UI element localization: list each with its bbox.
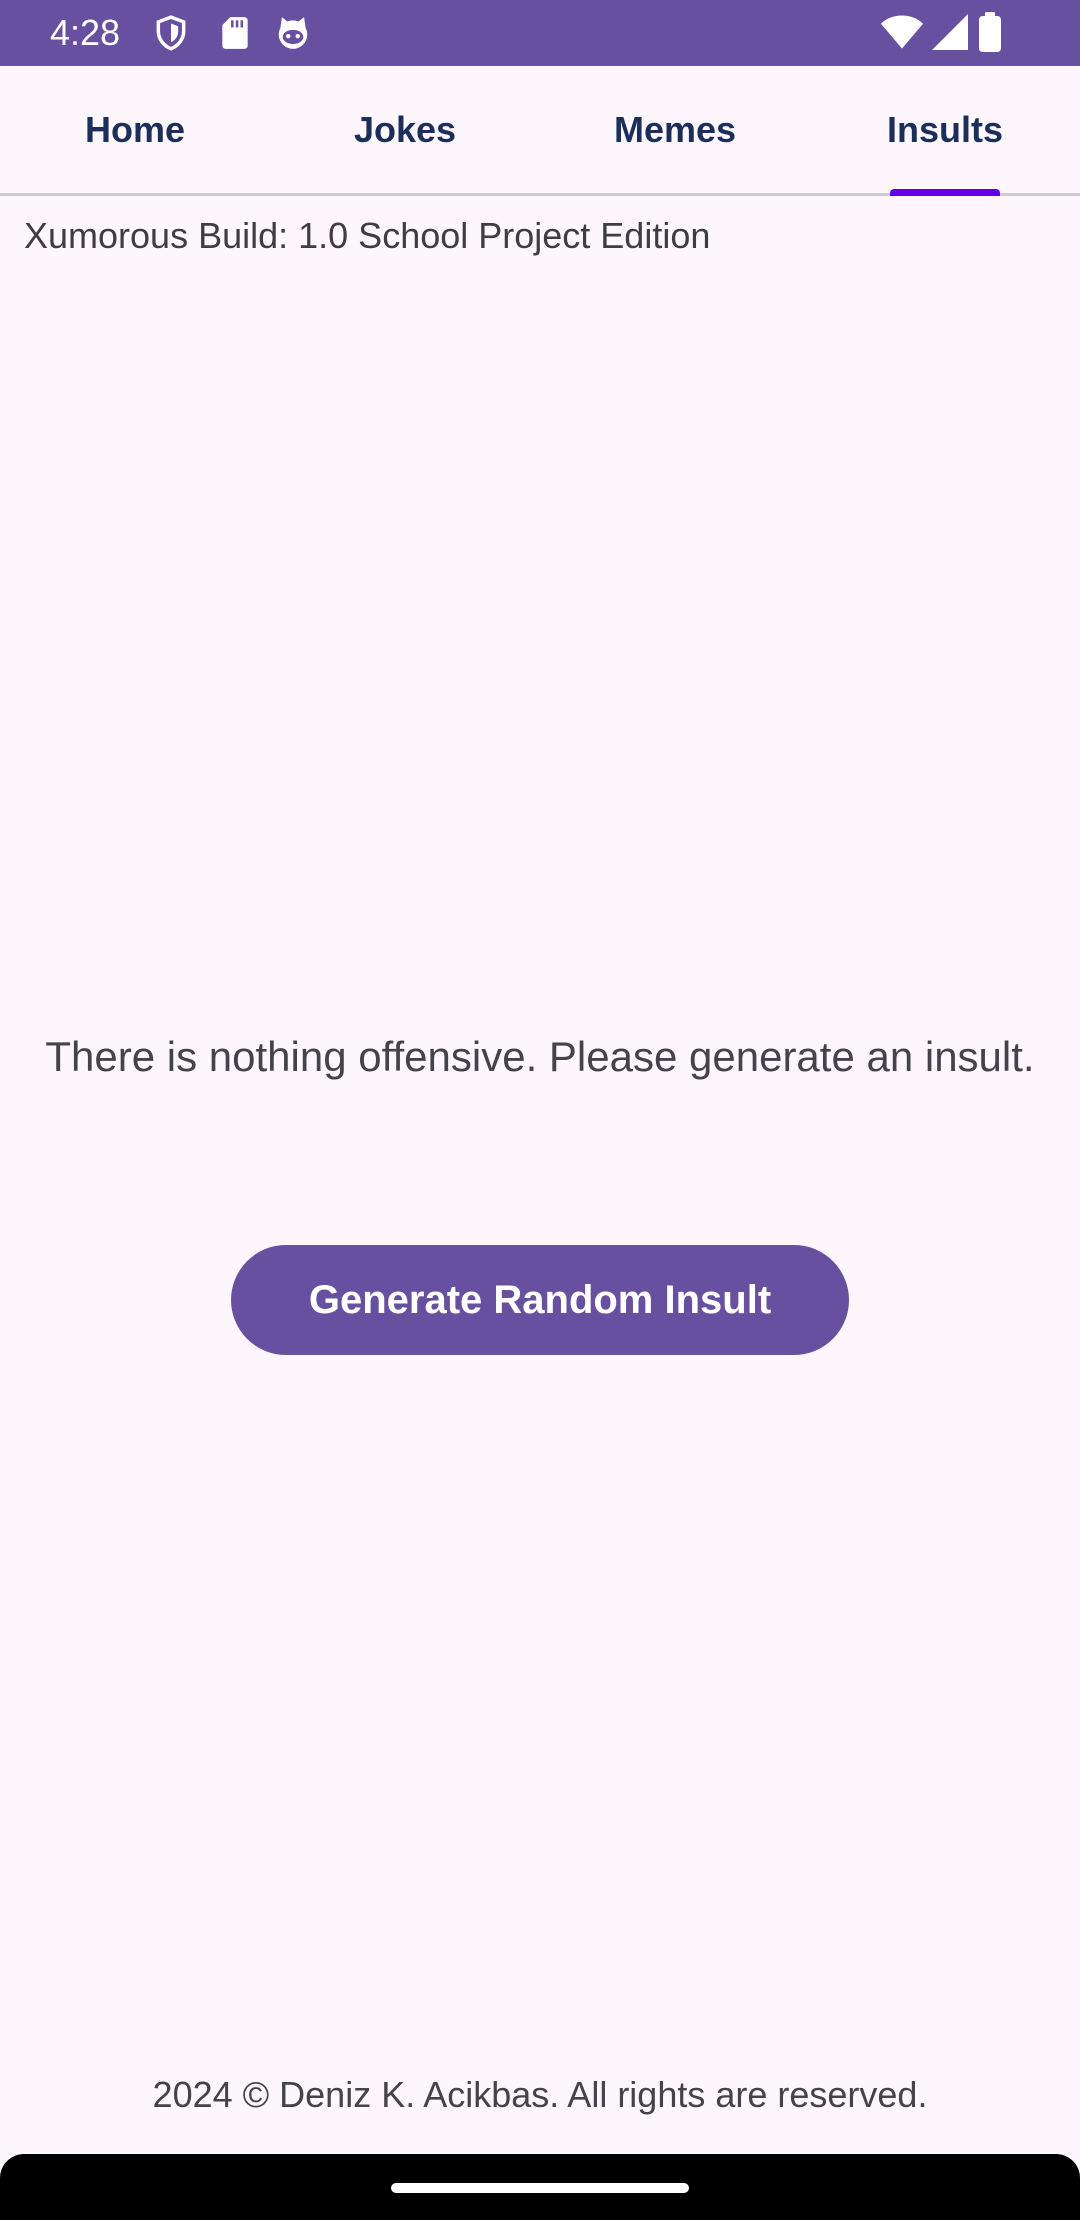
tab-jokes-label: Jokes xyxy=(353,108,457,150)
insult-message: There is nothing offensive. Please gener… xyxy=(45,1033,1035,1080)
status-time: 4:28 xyxy=(50,12,121,53)
home-gesture-handle[interactable] xyxy=(391,2183,689,2193)
sd-card-icon xyxy=(222,17,248,49)
tab-insults-label: Insults xyxy=(886,108,1003,150)
wifi-icon xyxy=(880,15,924,49)
tab-memes[interactable]: Memes xyxy=(540,66,810,193)
shield-icon xyxy=(156,15,186,51)
build-info: Xumorous Build: 1.0 School Project Editi… xyxy=(24,215,711,256)
navigation-bar xyxy=(0,2154,1080,2220)
tab-insults[interactable]: Insults xyxy=(810,66,1080,193)
tab-bar: Home Jokes Memes Insults xyxy=(0,66,1080,196)
cell-signal-icon xyxy=(932,14,968,50)
tab-home-label: Home xyxy=(84,108,186,150)
tab-home[interactable]: Home xyxy=(0,66,270,193)
selected-tab-indicator xyxy=(890,189,1000,196)
tab-memes-label: Memes xyxy=(613,108,737,150)
footer-copyright: 2024 © Deniz K. Acikbas. All rights are … xyxy=(152,2074,928,2115)
status-bar: 4:28 xyxy=(0,0,1080,66)
tab-jokes[interactable]: Jokes xyxy=(270,66,540,193)
battery-icon xyxy=(979,12,1001,52)
cat-face-icon xyxy=(278,17,308,49)
generate-insult-button[interactable]: Generate Random Insult xyxy=(231,1245,849,1355)
